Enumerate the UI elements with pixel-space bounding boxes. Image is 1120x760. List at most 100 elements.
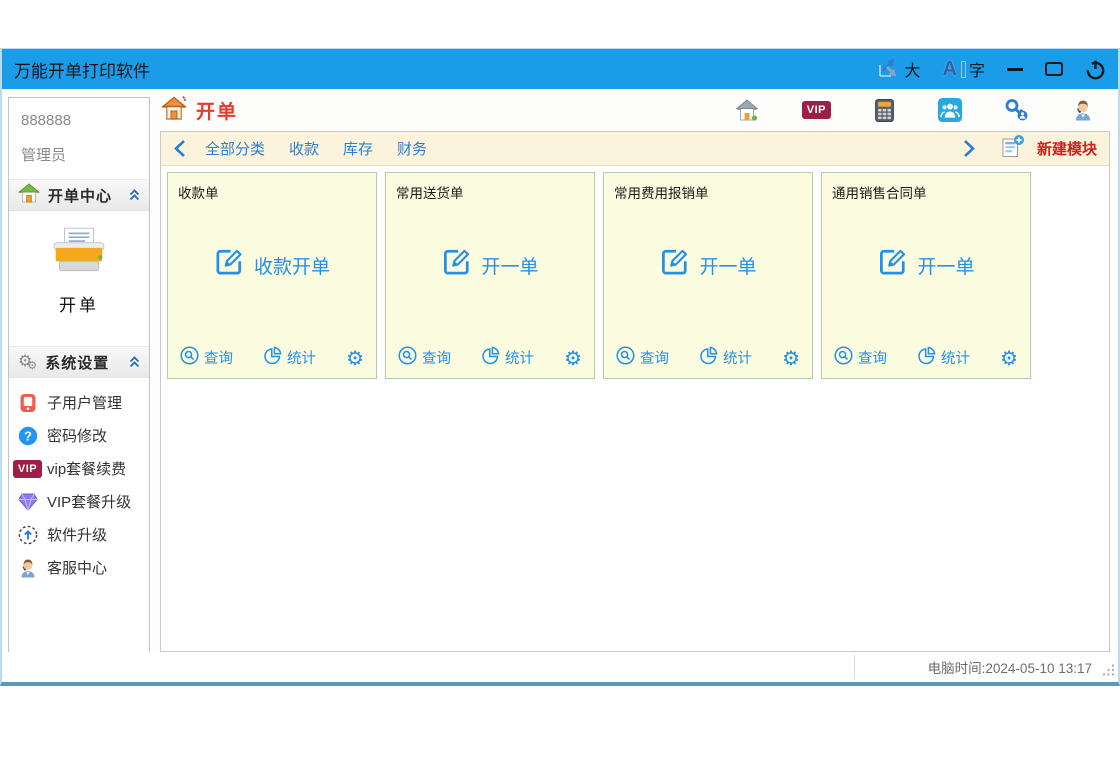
font-size-label: 大 [905, 57, 921, 81]
sidebar-item-software-upgrade[interactable]: 软件升级 [17, 518, 149, 551]
font-style-button[interactable]: A 字 [943, 57, 985, 81]
calculator-icon[interactable] [873, 99, 896, 122]
status-bar: 电脑时间:2024-05-10 13:17 [2, 652, 1118, 682]
card-footer: 查询 统计 ⚙ [616, 346, 800, 369]
category-all[interactable]: 全部分类 [205, 138, 265, 159]
card-query-button[interactable]: 查询 [398, 346, 451, 369]
card-stats-button[interactable]: 统计 [917, 346, 970, 369]
sidebar-item-label: VIP套餐升级 [47, 491, 131, 512]
software-upgrade-icon [17, 525, 38, 545]
compose-icon [441, 247, 471, 283]
category-finance[interactable]: 财务 [397, 138, 427, 159]
collapse-chevron-icon[interactable] [129, 356, 140, 368]
billing-shortcut[interactable]: 开单 [9, 227, 149, 316]
letter-a-icon: A [943, 58, 957, 81]
sidebar-item-vip-renew[interactable]: VIP vip套餐续费 [17, 452, 149, 485]
card-query-button[interactable]: 查询 [834, 346, 887, 369]
new-module-label: 新建模块 [1037, 138, 1097, 159]
gear-icon[interactable]: ⚙ [564, 348, 582, 368]
sidebar-item-vip-upgrade[interactable]: VIP套餐升级 [17, 485, 149, 518]
card-create-button[interactable]: 收款开单 [214, 247, 330, 283]
vip-renew-icon: VIP [17, 460, 38, 478]
card-stats-label: 统计 [941, 347, 970, 368]
gear-icon[interactable]: ⚙ [782, 348, 800, 368]
maximize-button[interactable] [1045, 62, 1063, 76]
new-module-button[interactable]: 新建模块 [1000, 134, 1097, 164]
module-cards: 收款单 收款开单 [161, 166, 1109, 385]
card-create-button[interactable]: 开一单 [659, 247, 756, 283]
sidebar-panel: 888888 管理员 开单中心 [8, 97, 150, 653]
customer-service-icon [17, 558, 38, 578]
window-title: 万能开单打印软件 [14, 57, 150, 82]
sidebar-item-subuser-management[interactable]: 子用户管理 [17, 386, 149, 419]
card-action-label: 开一单 [917, 252, 974, 279]
card-query-button[interactable]: 查询 [616, 346, 669, 369]
computer-time: 电脑时间:2024-05-10 13:17 [928, 657, 1092, 677]
customer-service-icon[interactable] [1072, 99, 1094, 121]
sidebar-section-billing-center[interactable]: 开单中心 [9, 179, 149, 211]
pie-chart-icon [699, 346, 718, 369]
resize-grip[interactable] [1101, 663, 1115, 680]
card-footer: 查询 统计 ⚙ [398, 346, 582, 369]
app-window: 万能开单打印软件 大 A 字 [0, 48, 1120, 686]
card-query-label: 查询 [858, 347, 887, 368]
printer-icon [49, 264, 109, 281]
category-receipts[interactable]: 收款 [289, 138, 319, 159]
gear-icon[interactable]: ⚙ [1000, 348, 1018, 368]
gears-icon: ⚙⚙ [18, 353, 37, 371]
team-icon[interactable] [938, 98, 962, 122]
vip-upgrade-icon [17, 493, 38, 511]
page-title: 开单 [196, 97, 238, 124]
card-action-label: 开一单 [699, 252, 756, 279]
vip-icon[interactable]: VIP [802, 101, 831, 119]
card-title: 通用销售合同单 [822, 173, 1030, 202]
main-header: 开单 VIP [160, 89, 1110, 131]
svg-text:?: ? [24, 428, 32, 443]
collapse-chevron-icon[interactable] [129, 189, 140, 201]
card-stats-button[interactable]: 统计 [263, 346, 316, 369]
app-body: 888888 管理员 开单中心 [2, 89, 1118, 652]
sidebar-section-system-settings[interactable]: ⚙⚙ 系统设置 [9, 346, 149, 378]
card-create-button[interactable]: 开一单 [877, 247, 974, 283]
sidebar-item-label: vip套餐续费 [47, 458, 126, 479]
compose-icon [877, 247, 907, 283]
minimize-button[interactable] [1007, 68, 1023, 71]
font-size-button[interactable]: 大 [876, 56, 921, 83]
sidebar-item-customer-service[interactable]: 客服中心 [17, 551, 149, 584]
card-stats-button[interactable]: 统计 [481, 346, 534, 369]
gear-icon[interactable]: ⚙ [346, 348, 364, 368]
card-action-label: 开一单 [481, 252, 538, 279]
pie-chart-icon [263, 346, 282, 369]
key-icon[interactable] [1004, 98, 1030, 122]
power-button[interactable] [1085, 59, 1106, 80]
card-create-button[interactable]: 开一单 [441, 247, 538, 283]
home-icon[interactable] [734, 98, 760, 122]
category-bar: 全部分类 收款 库存 财务 [161, 132, 1109, 166]
search-icon [180, 346, 199, 369]
font-char-label: 字 [969, 57, 985, 81]
category-inventory[interactable]: 库存 [343, 138, 373, 159]
resize-arrows-icon [876, 56, 902, 83]
page-house-icon [160, 95, 188, 126]
account-role: 管理员 [21, 144, 149, 165]
card-title: 常用费用报销单 [604, 173, 812, 202]
chevron-right-icon[interactable] [962, 139, 976, 158]
card-action-label: 收款开单 [254, 252, 330, 279]
house-icon [18, 183, 40, 208]
category-bar-right: 新建模块 [962, 134, 1097, 164]
module-card-sales-contract: 通用销售合同单 开一单 [821, 172, 1031, 379]
content-panel: 全部分类 收款 库存 财务 [160, 131, 1110, 652]
chevron-left-icon[interactable] [173, 139, 187, 158]
card-footer: 查询 统计 ⚙ [180, 346, 364, 369]
card-stats-button[interactable]: 统计 [699, 346, 752, 369]
pie-chart-icon [481, 346, 500, 369]
card-query-button[interactable]: 查询 [180, 346, 233, 369]
settings-section-label: 系统设置 [45, 352, 109, 373]
password-icon: ? [17, 426, 38, 446]
card-title: 常用送货单 [386, 173, 594, 202]
sidebar-item-password-change[interactable]: ? 密码修改 [17, 419, 149, 452]
main-area: 开单 VIP [152, 89, 1118, 652]
sidebar-item-label: 客服中心 [47, 557, 107, 578]
card-stats-label: 统计 [287, 347, 316, 368]
header-toolbar: VIP [734, 98, 1110, 122]
